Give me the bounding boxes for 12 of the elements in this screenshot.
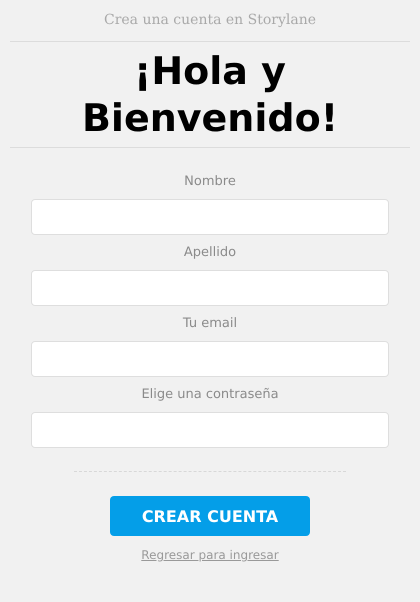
field-label: Apellido (184, 245, 236, 261)
input-field[interactable] (31, 341, 389, 377)
create-account-button[interactable]: CREAR CUENTA (110, 496, 310, 536)
back-link[interactable]: Regresar para ingresar (141, 548, 279, 562)
input-field[interactable] (31, 270, 389, 306)
input-field[interactable] (31, 412, 389, 448)
subtitle: Crea una cuenta en Storylane (104, 11, 316, 29)
field-label: Tu email (182, 316, 238, 332)
input-field[interactable] (31, 199, 389, 235)
field-label: Elige una contraseña (141, 387, 279, 403)
welcome-heading: ¡Hola y Bienvenido! (80, 48, 340, 142)
field-label: Nombre (184, 174, 236, 190)
